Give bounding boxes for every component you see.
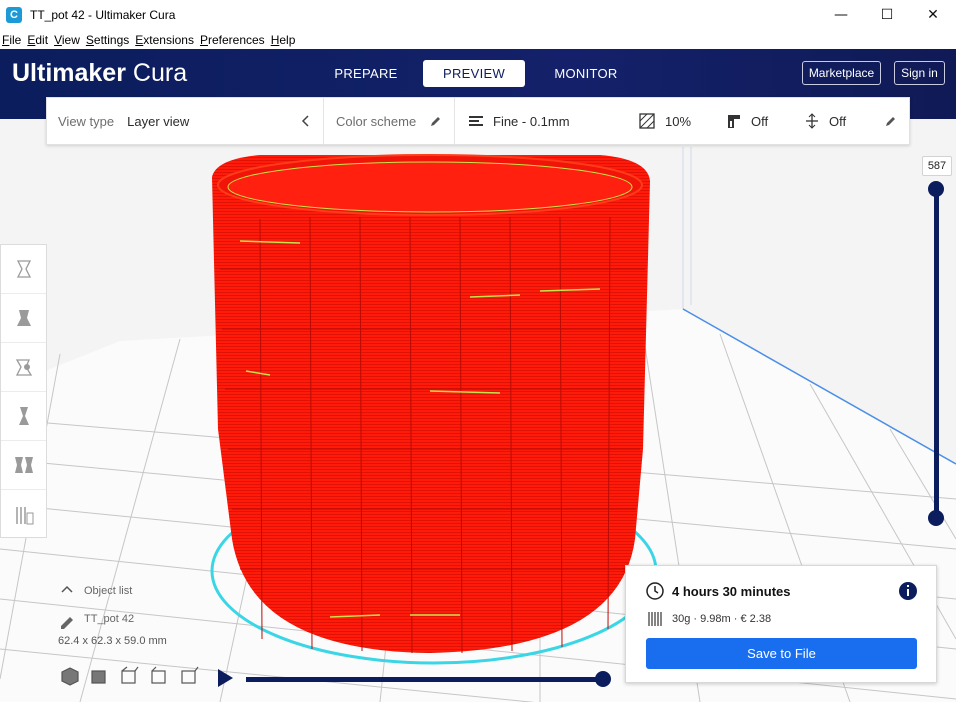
- move-tool-icon: [16, 260, 31, 278]
- move-tool[interactable]: [1, 245, 46, 294]
- mirror-tool-icon: [18, 407, 29, 425]
- brand-name-light: Cura: [132, 59, 188, 87]
- color-scheme-selector[interactable]: Color scheme: [324, 98, 455, 144]
- view-type-value: Layer view: [127, 113, 190, 129]
- menu-preferences[interactable]: Preferences: [200, 33, 265, 47]
- print-time: 4 hours 30 minutes: [672, 584, 791, 599]
- adhesion-icon: [806, 113, 818, 129]
- adhesion-value: Off: [829, 113, 847, 129]
- menu-edit[interactable]: Edit: [27, 33, 48, 47]
- brand-name-bold: Ultimaker: [12, 59, 126, 87]
- save-to-file-button[interactable]: Save to File: [646, 638, 917, 669]
- pot-inner-rim: [227, 161, 633, 213]
- print-settings-selector[interactable]: Fine - 0.1mm 10% Off Off: [455, 98, 909, 144]
- menu-bar: File Edit View Settings Extensions Prefe…: [0, 30, 956, 49]
- profile-icon: [469, 116, 483, 126]
- color-scheme-label: Color scheme: [336, 113, 417, 129]
- per-model-settings-tool[interactable]: [1, 441, 46, 490]
- tab-preview[interactable]: PREVIEW: [423, 60, 525, 87]
- close-button[interactable]: ✕: [910, 0, 956, 30]
- object-list-toggle[interactable]: Object list: [84, 585, 167, 597]
- support-blocker-icon: [15, 506, 33, 524]
- build-volume-wall: [682, 147, 692, 309]
- support-value: Off: [751, 113, 769, 129]
- view-3d-icon[interactable]: [61, 667, 79, 686]
- tab-prepare[interactable]: PREPARE: [330, 60, 402, 87]
- material-summary: 30g · 9.98m · € 2.38: [672, 613, 772, 625]
- object-name[interactable]: TT_pot 42: [84, 613, 167, 625]
- rotate-tool[interactable]: [1, 343, 46, 392]
- per-model-settings-icon: [14, 457, 33, 473]
- info-icon[interactable]: [898, 581, 918, 601]
- rotate-tool-icon: [15, 359, 32, 376]
- path-slider-handle[interactable]: [595, 671, 611, 687]
- layer-slider-top-handle[interactable]: [928, 181, 944, 197]
- chevron-left-icon: [301, 115, 309, 127]
- print-info-panel: 4 hours 30 minutes 30g · 9.98m · € 2.38 …: [625, 565, 937, 683]
- menu-file[interactable]: File: [2, 33, 21, 47]
- menu-settings[interactable]: Settings: [86, 33, 129, 47]
- tab-monitor[interactable]: MONITOR: [546, 60, 626, 87]
- pencil-icon: [431, 117, 440, 126]
- support-icon: [728, 115, 740, 128]
- scale-tool-icon: [16, 310, 31, 326]
- menu-extensions[interactable]: Extensions: [135, 33, 194, 47]
- clock-icon: [646, 582, 664, 600]
- left-toolbar: [0, 244, 47, 538]
- scale-tool[interactable]: [1, 294, 46, 343]
- minimize-button[interactable]: —: [818, 0, 864, 30]
- layer-number-input[interactable]: 587: [922, 156, 952, 176]
- sign-in-button[interactable]: Sign in: [894, 61, 945, 85]
- support-blocker-tool[interactable]: [1, 490, 46, 539]
- window-title: TT_pot 42 - Ultimaker Cura: [30, 8, 176, 22]
- menu-view[interactable]: View: [54, 33, 80, 47]
- window-titlebar: C TT_pot 42 - Ultimaker Cura — ☐ ✕: [0, 0, 956, 30]
- object-list-panel: Object list TT_pot 42 62.4 x 62.3 x 59.0…: [58, 585, 167, 647]
- layer-slider-track[interactable]: [934, 187, 939, 519]
- mirror-tool[interactable]: [1, 392, 46, 441]
- layer-slider-bottom-handle[interactable]: [928, 510, 944, 526]
- view-type-selector[interactable]: View type Layer view: [47, 98, 324, 144]
- pencil-icon: [886, 117, 895, 126]
- maximize-button[interactable]: ☐: [864, 0, 910, 30]
- infill-icon: [639, 113, 655, 129]
- brand-logo: Ultimaker Cura: [12, 59, 187, 88]
- pot-model: [212, 155, 650, 653]
- marketplace-button[interactable]: Marketplace: [802, 61, 881, 85]
- profile-label: Fine - 0.1mm: [493, 113, 570, 129]
- spool-icon: [648, 612, 662, 626]
- cura-app-icon: C: [6, 7, 22, 23]
- path-slider-track[interactable]: [246, 677, 606, 682]
- menu-help[interactable]: Help: [271, 33, 296, 47]
- view-options-bar: View type Layer view Color scheme Fine -…: [46, 97, 910, 145]
- view-type-label: View type: [58, 113, 115, 129]
- infill-value: 10%: [665, 113, 692, 129]
- view-front-icon[interactable]: [91, 670, 106, 684]
- object-dimensions: 62.4 x 62.3 x 59.0 mm: [58, 635, 167, 647]
